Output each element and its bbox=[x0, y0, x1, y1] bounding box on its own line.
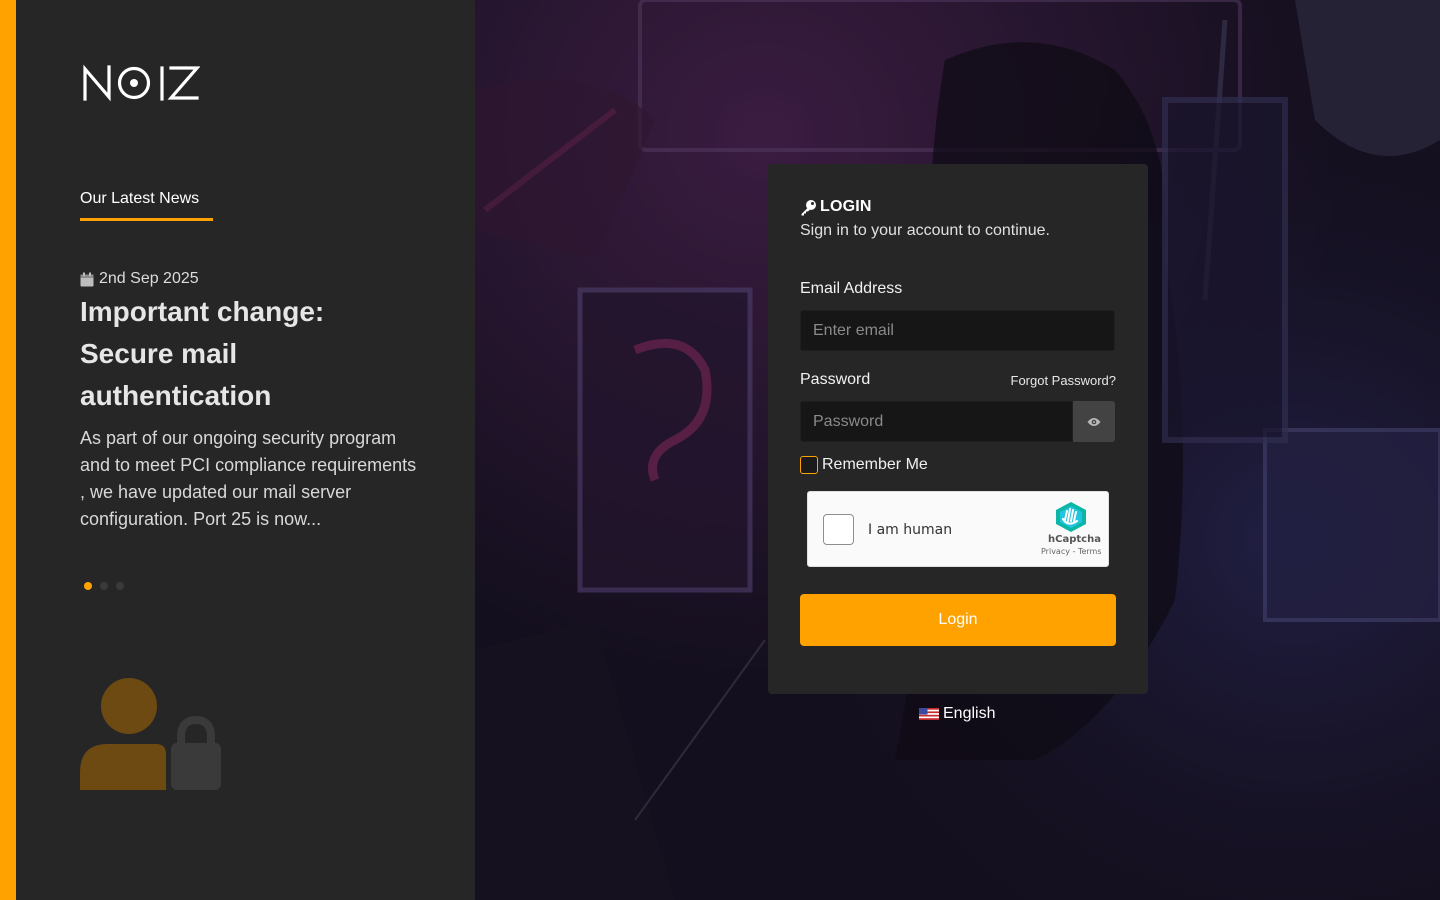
login-page: Our Latest News 2nd Sep 2025 Important c… bbox=[0, 0, 1440, 900]
toggle-password-button[interactable] bbox=[1073, 401, 1115, 442]
user-lock-illustration bbox=[80, 677, 222, 796]
login-subtitle: Sign in to your account to continue. bbox=[800, 222, 1050, 239]
news-section-title[interactable]: Our Latest News bbox=[80, 190, 213, 221]
forgot-password-link[interactable]: Forgot Password? bbox=[1011, 373, 1117, 388]
calendar-icon bbox=[80, 272, 94, 286]
remember-me-checkbox[interactable] bbox=[800, 456, 818, 474]
hcaptcha-logo-icon bbox=[1054, 501, 1088, 537]
news-title[interactable]: Important change: Secure mail authentica… bbox=[80, 291, 370, 417]
news-date-text: 2nd Sep 2025 bbox=[99, 270, 199, 287]
carousel-dot-1[interactable] bbox=[84, 582, 92, 590]
email-input[interactable] bbox=[800, 310, 1115, 351]
login-button[interactable]: Login bbox=[800, 594, 1116, 646]
email-label: Email Address bbox=[800, 280, 903, 297]
language-label: English bbox=[943, 705, 996, 722]
login-heading: LOGIN bbox=[800, 198, 872, 216]
user-lock-icon bbox=[80, 678, 221, 790]
carousel-dot-3[interactable] bbox=[116, 582, 124, 590]
captcha-text: I am human bbox=[868, 522, 953, 538]
carousel-dots bbox=[84, 582, 124, 590]
language-selector[interactable]: English bbox=[919, 705, 995, 723]
remember-me[interactable]: Remember Me bbox=[800, 456, 928, 474]
login-card: LOGIN Sign in to your account to continu… bbox=[768, 164, 1148, 694]
key-icon bbox=[801, 199, 816, 215]
logo-mark bbox=[83, 64, 201, 102]
news-panel: Our Latest News 2nd Sep 2025 Important c… bbox=[16, 0, 475, 900]
us-flag-icon bbox=[919, 708, 939, 720]
password-label: Password bbox=[800, 371, 871, 388]
captcha-brand: hCaptcha bbox=[1048, 534, 1101, 545]
password-input[interactable] bbox=[800, 401, 1073, 442]
eye-icon bbox=[1087, 417, 1101, 426]
hcaptcha-widget: I am human hCaptcha Privacy - Terms bbox=[807, 491, 1109, 567]
captcha-privacy-terms[interactable]: Privacy - Terms bbox=[1041, 547, 1102, 556]
news-date: 2nd Sep 2025 bbox=[80, 270, 199, 288]
accent-stripe bbox=[0, 0, 16, 900]
noiz-logo bbox=[82, 64, 201, 107]
news-excerpt: As part of our ongoing security program … bbox=[80, 428, 417, 529]
carousel-dot-2[interactable] bbox=[100, 582, 108, 590]
captcha-checkbox[interactable] bbox=[823, 514, 854, 545]
remember-me-label: Remember Me bbox=[822, 456, 928, 473]
login-heading-text: LOGIN bbox=[820, 198, 872, 215]
